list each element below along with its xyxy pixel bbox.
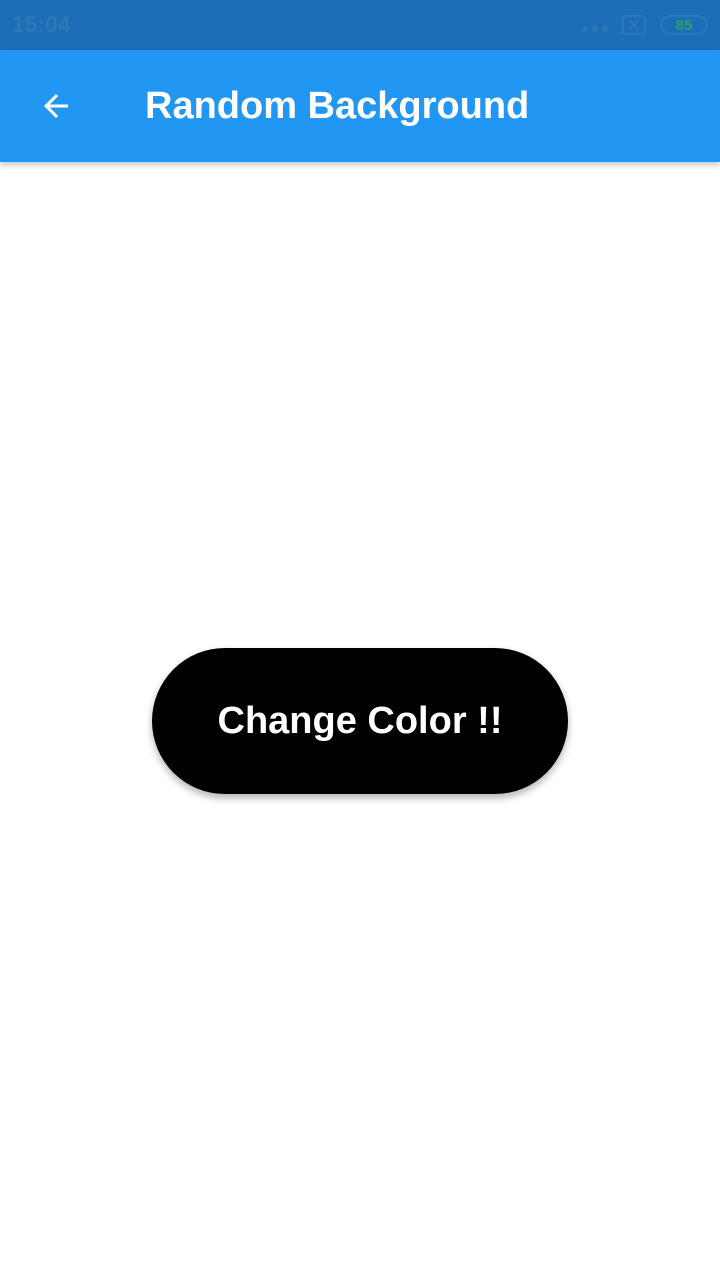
more-dots-icon (582, 26, 608, 32)
main-content: Change Color !! (0, 162, 720, 1280)
battery-level: 85 (675, 16, 693, 34)
back-button[interactable] (0, 50, 112, 162)
page-title: Random Background (145, 84, 530, 127)
sim-icon (622, 15, 646, 35)
status-time: 15:04 (12, 12, 71, 37)
arrow-back-icon (44, 94, 68, 118)
app-bar: Random Background (0, 50, 720, 162)
change-color-button[interactable]: Change Color !! (152, 648, 568, 794)
battery-icon: 85 (660, 15, 708, 35)
status-icons: 85 (582, 15, 708, 35)
status-bar: 15:04 85 (0, 0, 720, 50)
change-color-button-label: Change Color !! (217, 699, 503, 742)
